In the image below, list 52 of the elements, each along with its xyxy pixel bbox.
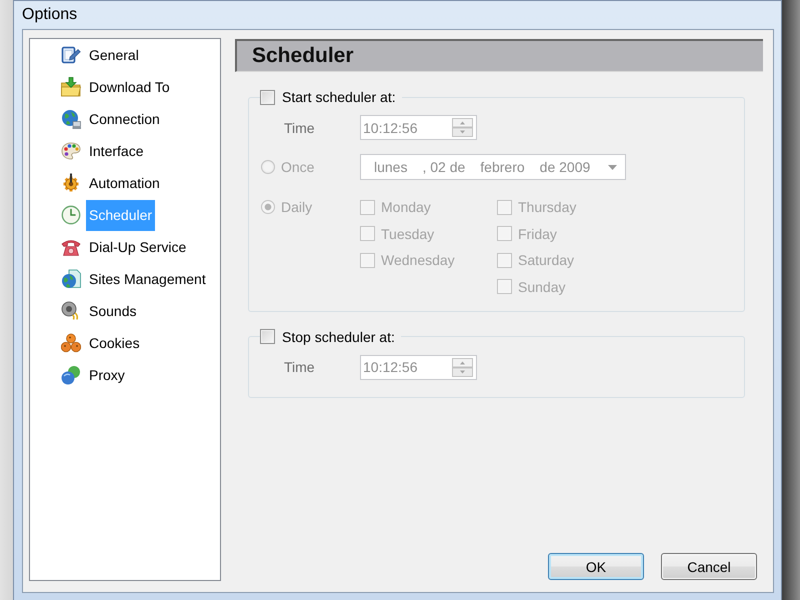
radio-button[interactable]	[261, 160, 275, 174]
panel-header: Scheduler	[235, 39, 763, 72]
checkbox[interactable]	[497, 226, 512, 241]
checkbox-label: Friday	[518, 226, 557, 242]
speaker-icon	[61, 301, 81, 321]
ok-button[interactable]: OK	[548, 553, 644, 580]
spinner-icon[interactable]	[452, 358, 473, 376]
folder-arrow-icon	[61, 77, 81, 97]
radio-label: Once	[281, 159, 314, 175]
checkbox-label: Start scheduler at:	[282, 89, 396, 105]
time-label: Time	[284, 120, 316, 136]
checkbox-label: Saturday	[518, 252, 574, 268]
window-title: Options	[22, 6, 78, 24]
telephone-icon	[61, 237, 81, 257]
sidebar-item[interactable]: Connection	[86, 104, 163, 134]
checkbox-label: Sunday	[518, 278, 566, 294]
document-pencil-icon	[61, 45, 81, 65]
globe-pair-icon	[61, 365, 81, 385]
checkbox[interactable]	[497, 200, 512, 214]
checkbox[interactable]	[260, 90, 275, 104]
checkbox-label: Tuesday	[381, 226, 434, 242]
checkbox[interactable]	[360, 252, 375, 268]
sidebar-item[interactable]: Proxy	[86, 360, 128, 390]
time-label: Time	[284, 359, 316, 375]
sidebar-item[interactable]: Interface	[86, 136, 146, 166]
checkbox-label: Thursday	[518, 199, 576, 215]
checkbox[interactable]	[497, 279, 512, 294]
sidebar-item[interactable]: General	[86, 40, 142, 70]
sidebar-item[interactable]: Download To	[86, 72, 173, 102]
clock-icon	[61, 205, 81, 225]
caret-icon	[608, 164, 617, 170]
palette-icon	[61, 141, 81, 161]
sidebar-item[interactable]: Cookies	[86, 328, 143, 358]
radio-button[interactable]	[261, 200, 275, 214]
radio-label: Daily	[281, 199, 312, 215]
checkbox[interactable]	[260, 329, 275, 344]
checkbox[interactable]	[360, 226, 375, 241]
checkbox[interactable]	[497, 252, 512, 268]
sidebar-item[interactable]: Sounds	[86, 296, 140, 326]
sidebar-item[interactable]: Sites Management	[86, 264, 209, 294]
checkbox-label: Monday	[381, 199, 431, 215]
checkbox-label: Stop scheduler at:	[282, 328, 395, 344]
globe-monitor-icon	[61, 109, 81, 129]
gear-icon	[61, 173, 81, 193]
globe-page-icon	[61, 269, 81, 289]
sidebar-item[interactable]: Dial-Up Service	[86, 232, 190, 262]
sidebar-item[interactable]: Automation	[86, 168, 163, 198]
checkbox-label: Wednesday	[381, 252, 455, 268]
cookies-icon	[61, 333, 81, 353]
spinner-icon[interactable]	[452, 118, 473, 137]
checkbox[interactable]	[360, 200, 375, 214]
cancel-button[interactable]: Cancel	[661, 553, 757, 580]
